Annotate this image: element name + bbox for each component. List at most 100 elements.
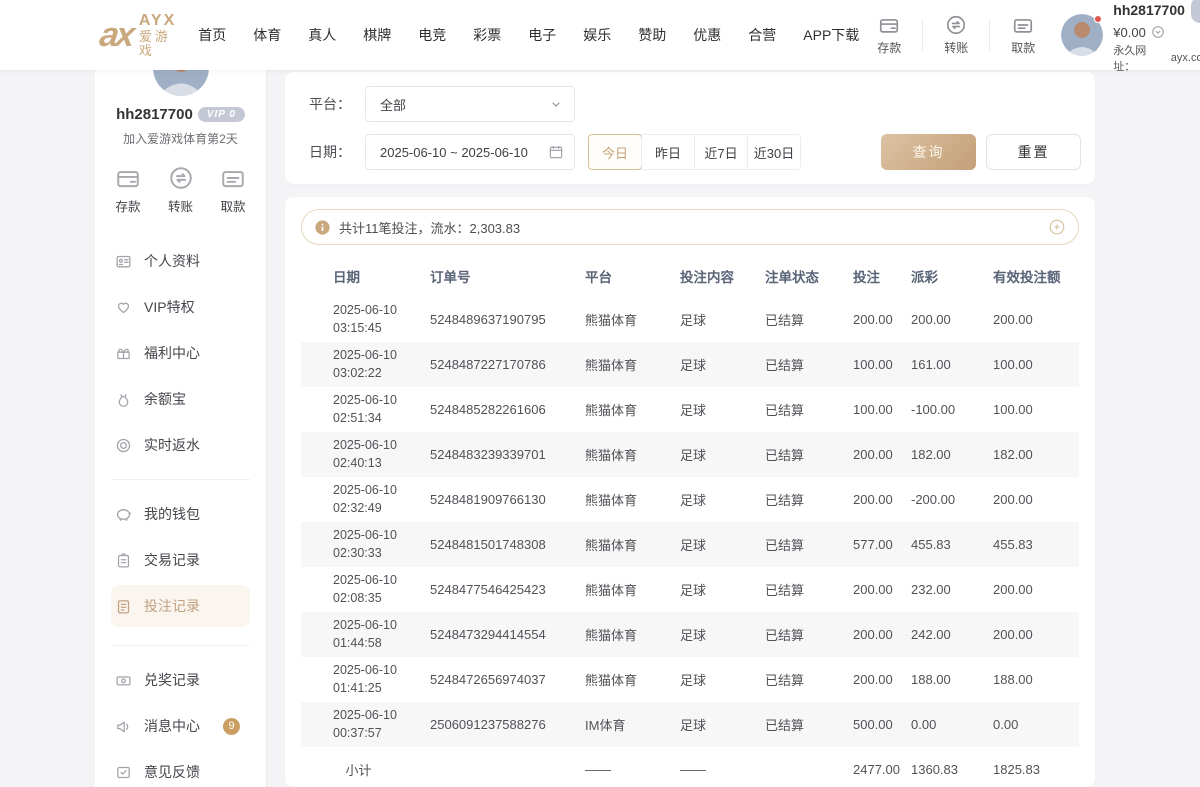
- cell-date: 2025-06-1002:30:33: [301, 522, 416, 567]
- sidebar-item-我的钱包[interactable]: 我的钱包: [111, 498, 250, 530]
- table-row[interactable]: 2025-06-1002:08:355248477546425423熊猫体育足球…: [301, 567, 1079, 612]
- nav-item-体育[interactable]: 体育: [247, 19, 287, 51]
- sidebar-item-label: 意见反馈: [144, 762, 200, 782]
- time-value: 03:15:45: [333, 320, 416, 338]
- nav-item-合营[interactable]: 合营: [742, 19, 782, 51]
- range-button-近7日[interactable]: 近7日: [694, 135, 747, 169]
- cell-content: 足球: [666, 432, 751, 477]
- sidebar-item-投注记录[interactable]: 投注记录: [111, 585, 250, 627]
- table-row[interactable]: 2025-06-1000:37:572506091237588276IM体育足球…: [301, 702, 1079, 747]
- page: ax AYX 爱游戏 首页体育真人棋牌电竞彩票电子娱乐赞助优惠合营 APP下载 存…: [0, 0, 1200, 787]
- nav-item-彩票[interactable]: 彩票: [467, 19, 507, 51]
- sidebar-item-交易记录[interactable]: 交易记录: [111, 544, 250, 576]
- sidebar-action-取款[interactable]: 取款: [220, 165, 246, 215]
- sidebar-item-个人资料[interactable]: 个人资料: [111, 245, 250, 277]
- nav-item-APP下载[interactable]: APP下载: [797, 19, 865, 51]
- sidebar-item-消息中心[interactable]: 消息中心9: [111, 710, 250, 742]
- table-row[interactable]: 2025-06-1002:51:345248485282261606熊猫体育足球…: [301, 387, 1079, 432]
- cell-content: 足球: [666, 612, 751, 657]
- range-button-昨日[interactable]: 昨日: [641, 135, 694, 169]
- range-button-近30日[interactable]: 近30日: [747, 135, 800, 169]
- header-action-存款[interactable]: 存款: [865, 14, 913, 56]
- cell-content: 足球: [666, 702, 751, 747]
- sidebar-item-label: VIP特权: [144, 297, 195, 317]
- cell-content: 足球: [666, 477, 751, 522]
- header-action-转账[interactable]: 转账: [932, 14, 980, 56]
- cell-valid-bet: 455.83: [979, 522, 1079, 567]
- cell-content: 足球: [666, 567, 751, 612]
- reset-button[interactable]: 重置: [986, 134, 1081, 170]
- nav-item-棋牌[interactable]: 棋牌: [357, 19, 397, 51]
- table-row[interactable]: 2025-06-1002:32:495248481909766130熊猫体育足球…: [301, 477, 1079, 522]
- sidebar-action-label: 存款: [115, 196, 140, 215]
- brand-logo[interactable]: ax AYX 爱游戏: [100, 12, 176, 58]
- rebate-icon: [115, 437, 132, 454]
- table-row[interactable]: 2025-06-1003:15:455248489637190795熊猫体育足球…: [301, 297, 1079, 342]
- sidebar-item-意见反馈[interactable]: 意见反馈: [111, 756, 250, 787]
- divider: [989, 19, 990, 51]
- permanent-url: ayx.com: [1171, 52, 1200, 64]
- nav-item-首页[interactable]: 首页: [192, 19, 232, 51]
- cell-date: 2025-06-1000:37:57: [301, 702, 416, 747]
- sidebar-action-转账[interactable]: 转账: [168, 165, 194, 215]
- time-value: 02:51:34: [333, 410, 416, 428]
- cell-order: 5248485282261606: [416, 387, 571, 432]
- platform-select[interactable]: 全部: [365, 86, 575, 122]
- cell-status: 已结算: [751, 657, 839, 702]
- time-value: 02:30:33: [333, 545, 416, 563]
- cell-date: 2025-06-1002:51:34: [301, 387, 416, 432]
- user-avatar[interactable]: [1061, 14, 1103, 56]
- yuebao-icon: [115, 391, 132, 408]
- cell-bet: 200.00: [839, 657, 897, 702]
- cell-platform: 熊猫体育: [571, 657, 666, 702]
- wallet-icon: [115, 506, 132, 523]
- nav-item-娱乐[interactable]: 娱乐: [577, 19, 617, 51]
- balance-dropdown-icon[interactable]: [1151, 25, 1165, 39]
- sidebar-item-余额宝[interactable]: 余额宝: [111, 383, 250, 415]
- nav-item-电竞[interactable]: 电竞: [412, 19, 452, 51]
- cell-status: 已结算: [751, 297, 839, 342]
- date-value: 2025-06-10: [333, 707, 416, 725]
- date-value: 2025-06-10: [333, 482, 416, 500]
- table-row[interactable]: 2025-06-1003:02:225248487227170786熊猫体育足球…: [301, 342, 1079, 387]
- subtotal-cell: ——: [666, 747, 751, 787]
- table-row[interactable]: 2025-06-1001:41:255248472656974037熊猫体育足球…: [301, 657, 1079, 702]
- range-button-今日[interactable]: 今日: [588, 134, 642, 170]
- sidebar-item-label: 个人资料: [144, 251, 200, 271]
- nav-item-优惠[interactable]: 优惠: [687, 19, 727, 51]
- profile-icon: [115, 253, 132, 270]
- cell-payout: 188.00: [897, 657, 979, 702]
- column-header-注单状态: 注单状态: [751, 255, 839, 297]
- time-value: 02:08:35: [333, 590, 416, 608]
- sidebar-item-福利中心[interactable]: 福利中心: [111, 337, 250, 369]
- cell-payout: 232.00: [897, 567, 979, 612]
- date-range-input[interactable]: 2025-06-10 ~ 2025-06-10: [365, 134, 575, 170]
- cell-status: 已结算: [751, 477, 839, 522]
- header-action-取款[interactable]: 取款: [999, 14, 1047, 56]
- nav-item-电子[interactable]: 电子: [522, 19, 562, 51]
- cell-bet: 200.00: [839, 477, 897, 522]
- sidebar-action-存款[interactable]: 存款: [115, 165, 141, 215]
- cell-content: 足球: [666, 522, 751, 567]
- cell-payout: 200.00: [897, 297, 979, 342]
- nav-item-赞助[interactable]: 赞助: [632, 19, 672, 51]
- cell-order: 5248487227170786: [416, 342, 571, 387]
- sidebar-item-实时返水[interactable]: 实时返水: [111, 429, 250, 461]
- table-row[interactable]: 2025-06-1002:30:335248481501748308熊猫体育足球…: [301, 522, 1079, 567]
- sidebar-item-label: 余额宝: [144, 389, 186, 409]
- search-button[interactable]: 查询: [881, 134, 976, 170]
- cell-content: 足球: [666, 387, 751, 432]
- cell-valid-bet: 200.00: [979, 477, 1079, 522]
- sidebar-item-VIP特权[interactable]: VIP特权: [111, 291, 250, 323]
- table-row[interactable]: 2025-06-1002:40:135248483239339701熊猫体育足球…: [301, 432, 1079, 477]
- cell-date: 2025-06-1001:44:58: [301, 612, 416, 657]
- main-content: 平台： 全部 日期： 2025-06-10 ~ 2025-06-10 今日昨日近…: [285, 70, 1095, 787]
- table-row[interactable]: 2025-06-1001:44:585248473294414554熊猫体育足球…: [301, 612, 1079, 657]
- column-header-派彩: 派彩: [897, 255, 979, 297]
- cell-date: 2025-06-1002:40:13: [301, 432, 416, 477]
- nav-item-真人[interactable]: 真人: [302, 19, 342, 51]
- vip-badge: VIP 0: [1191, 0, 1200, 23]
- sidebar: hh2817700 VIP 0 加入爱游戏体育第2天 存款转账取款 个人资料VI…: [95, 70, 267, 787]
- sidebar-item-兑奖记录[interactable]: 兑奖记录: [111, 664, 250, 696]
- expand-plus-icon[interactable]: [1048, 218, 1066, 236]
